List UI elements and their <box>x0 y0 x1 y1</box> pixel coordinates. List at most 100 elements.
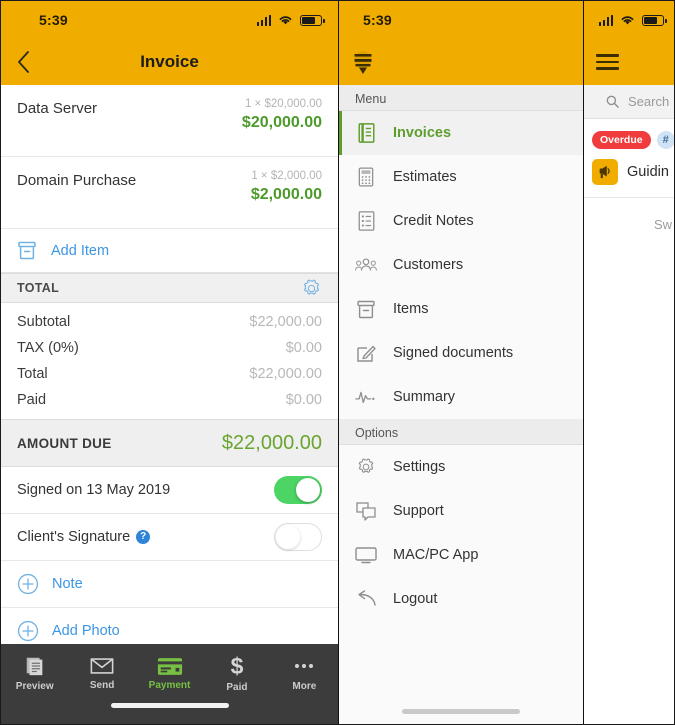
tab-preview-label: Preview <box>15 681 54 692</box>
hamburger-menu-icon[interactable] <box>596 54 619 70</box>
sidebar-item-label: Summary <box>393 389 456 405</box>
sidebar-item-invoices[interactable]: Invoices <box>339 111 583 155</box>
bee-logo-icon[interactable] <box>351 47 375 77</box>
sidebar-item-mac-pc-app[interactable]: MAC/PC App <box>339 533 583 577</box>
badge-row: Overdue # <box>592 131 674 149</box>
menu-navigation-bar <box>339 39 583 85</box>
wifi-icon <box>279 16 292 25</box>
tab-paid[interactable]: $ Paid <box>203 654 270 693</box>
battery-icon <box>642 14 667 26</box>
line-item-values: 1 × $20,000.00 $20,000.00 <box>242 98 322 132</box>
sidebar-item-customers[interactable]: Customers <box>339 243 583 287</box>
add-item-label: Add Item <box>51 242 110 259</box>
document-icon <box>26 657 43 676</box>
sidebar-item-label: Invoices <box>393 125 452 141</box>
total-line: Paid $0.00 <box>1 387 338 413</box>
signed-doc-icon <box>355 342 377 364</box>
invoice-doc-icon <box>355 122 377 144</box>
gear-icon <box>355 456 377 478</box>
sidebar-item-label: Credit Notes <box>393 213 474 229</box>
total-line-label: Subtotal <box>17 314 71 330</box>
sidebar-item-label: Items <box>393 301 429 317</box>
table-row[interactable]: Domain Purchase 1 × $2,000.00 $2,000.00 <box>1 157 338 229</box>
gear-icon[interactable] <box>301 278 322 299</box>
dollar-icon: $ <box>231 654 244 678</box>
client-signature-toggle[interactable] <box>274 523 322 551</box>
page-title: Invoice <box>140 52 199 71</box>
sidebar-item-support[interactable]: Support <box>339 489 583 533</box>
envelope-icon <box>90 658 114 674</box>
battery-icon <box>300 14 325 26</box>
sidebar-item-logout[interactable]: Logout <box>339 577 583 621</box>
sidebar-item-credit-notes[interactable]: Credit Notes <box>339 199 583 243</box>
status-time: 5:39 <box>363 12 392 28</box>
list-item[interactable]: Overdue # Guidin <box>584 119 674 198</box>
pulse-chart-icon <box>355 386 377 408</box>
add-item-button[interactable]: Add Item <box>1 229 338 273</box>
chat-bubbles-icon <box>355 500 377 522</box>
total-line-value: $22,000.00 <box>249 314 322 330</box>
status-time: 5:39 <box>39 12 68 28</box>
back-button[interactable] <box>1 40 45 84</box>
svg-text:$: $ <box>231 654 244 678</box>
tab-send-label: Send <box>89 680 115 691</box>
status-bar: 5:39 <box>1 1 338 39</box>
add-note-button[interactable]: Note <box>1 561 338 608</box>
client-name: Guidin <box>627 164 669 180</box>
sidebar-item-label: Signed documents <box>393 345 514 361</box>
list-footer-text: Sw <box>653 217 672 232</box>
search-icon <box>606 95 619 108</box>
sidebar-item-estimates[interactable]: Estimates <box>339 155 583 199</box>
toggle-knob <box>276 525 300 549</box>
sidebar-item-items[interactable]: Items <box>339 287 583 331</box>
tab-payment[interactable]: Payment <box>136 657 203 691</box>
line-item-amount: $2,000.00 <box>250 186 322 203</box>
total-line-value: $0.00 <box>285 392 322 408</box>
line-item-values: 1 × $2,000.00 $2,000.00 <box>251 170 322 204</box>
home-indicator-area <box>1 703 338 724</box>
status-indicators <box>256 14 325 26</box>
signal-bars-icon <box>256 14 271 26</box>
amount-due-row: AMOUNT DUE $22,000.00 <box>1 419 338 467</box>
status-bar <box>584 1 674 39</box>
sidebar-item-settings[interactable]: Settings <box>339 445 583 489</box>
invoice-number-badge: # <box>656 131 674 149</box>
status-badge: Overdue <box>592 131 651 149</box>
sidebar-item-summary[interactable]: Summary <box>339 375 583 419</box>
amount-due-label: AMOUNT DUE <box>17 435 112 451</box>
sidebar-item-label: Customers <box>393 257 464 273</box>
signed-on-toggle[interactable] <box>274 476 322 504</box>
sidebar-item-signed-documents[interactable]: Signed documents <box>339 331 583 375</box>
help-icon[interactable]: ? <box>136 530 151 544</box>
list-footer: Sw <box>584 198 674 234</box>
total-line: TAX (0%) $0.00 <box>1 335 338 361</box>
list-navigation-bar <box>584 39 674 85</box>
table-row[interactable]: Data Server 1 × $20,000.00 $20,000.00 <box>1 85 338 157</box>
total-line-value: $22,000.00 <box>249 366 322 382</box>
tab-send[interactable]: Send <box>68 656 135 691</box>
line-item-amount: $20,000.00 <box>241 114 322 131</box>
tab-more-label: More <box>292 681 317 692</box>
wifi-icon <box>621 16 634 25</box>
add-photo-button[interactable]: Add Photo <box>1 608 338 644</box>
client-signature-label: Client's Signature ? <box>17 529 151 545</box>
bottom-tab-bar: Preview Send Payment $ Paid More <box>1 644 338 703</box>
total-line: Subtotal $22,000.00 <box>1 309 338 335</box>
tab-more[interactable]: More <box>271 655 338 692</box>
monitor-icon <box>355 544 377 566</box>
invoice-list-screen: Search Overdue # Guidin Sw <box>583 1 674 724</box>
line-item-name: Domain Purchase <box>17 172 137 189</box>
tab-preview[interactable]: Preview <box>1 655 68 692</box>
search-input[interactable]: Search <box>584 85 674 119</box>
credit-card-icon <box>157 657 182 675</box>
line-item-qty-price: 1 × $20,000.00 <box>244 98 322 110</box>
signal-bars-icon <box>598 14 613 26</box>
total-section-title: TOTAL <box>17 281 60 295</box>
tab-payment-label: Payment <box>148 679 191 691</box>
sidebar-item-label: Estimates <box>393 169 457 185</box>
client-row: Guidin <box>592 159 674 185</box>
plus-circle-icon <box>17 620 39 642</box>
add-photo-label: Add Photo <box>52 623 120 639</box>
calculator-icon <box>355 166 377 188</box>
tab-paid-label: Paid <box>226 682 248 693</box>
